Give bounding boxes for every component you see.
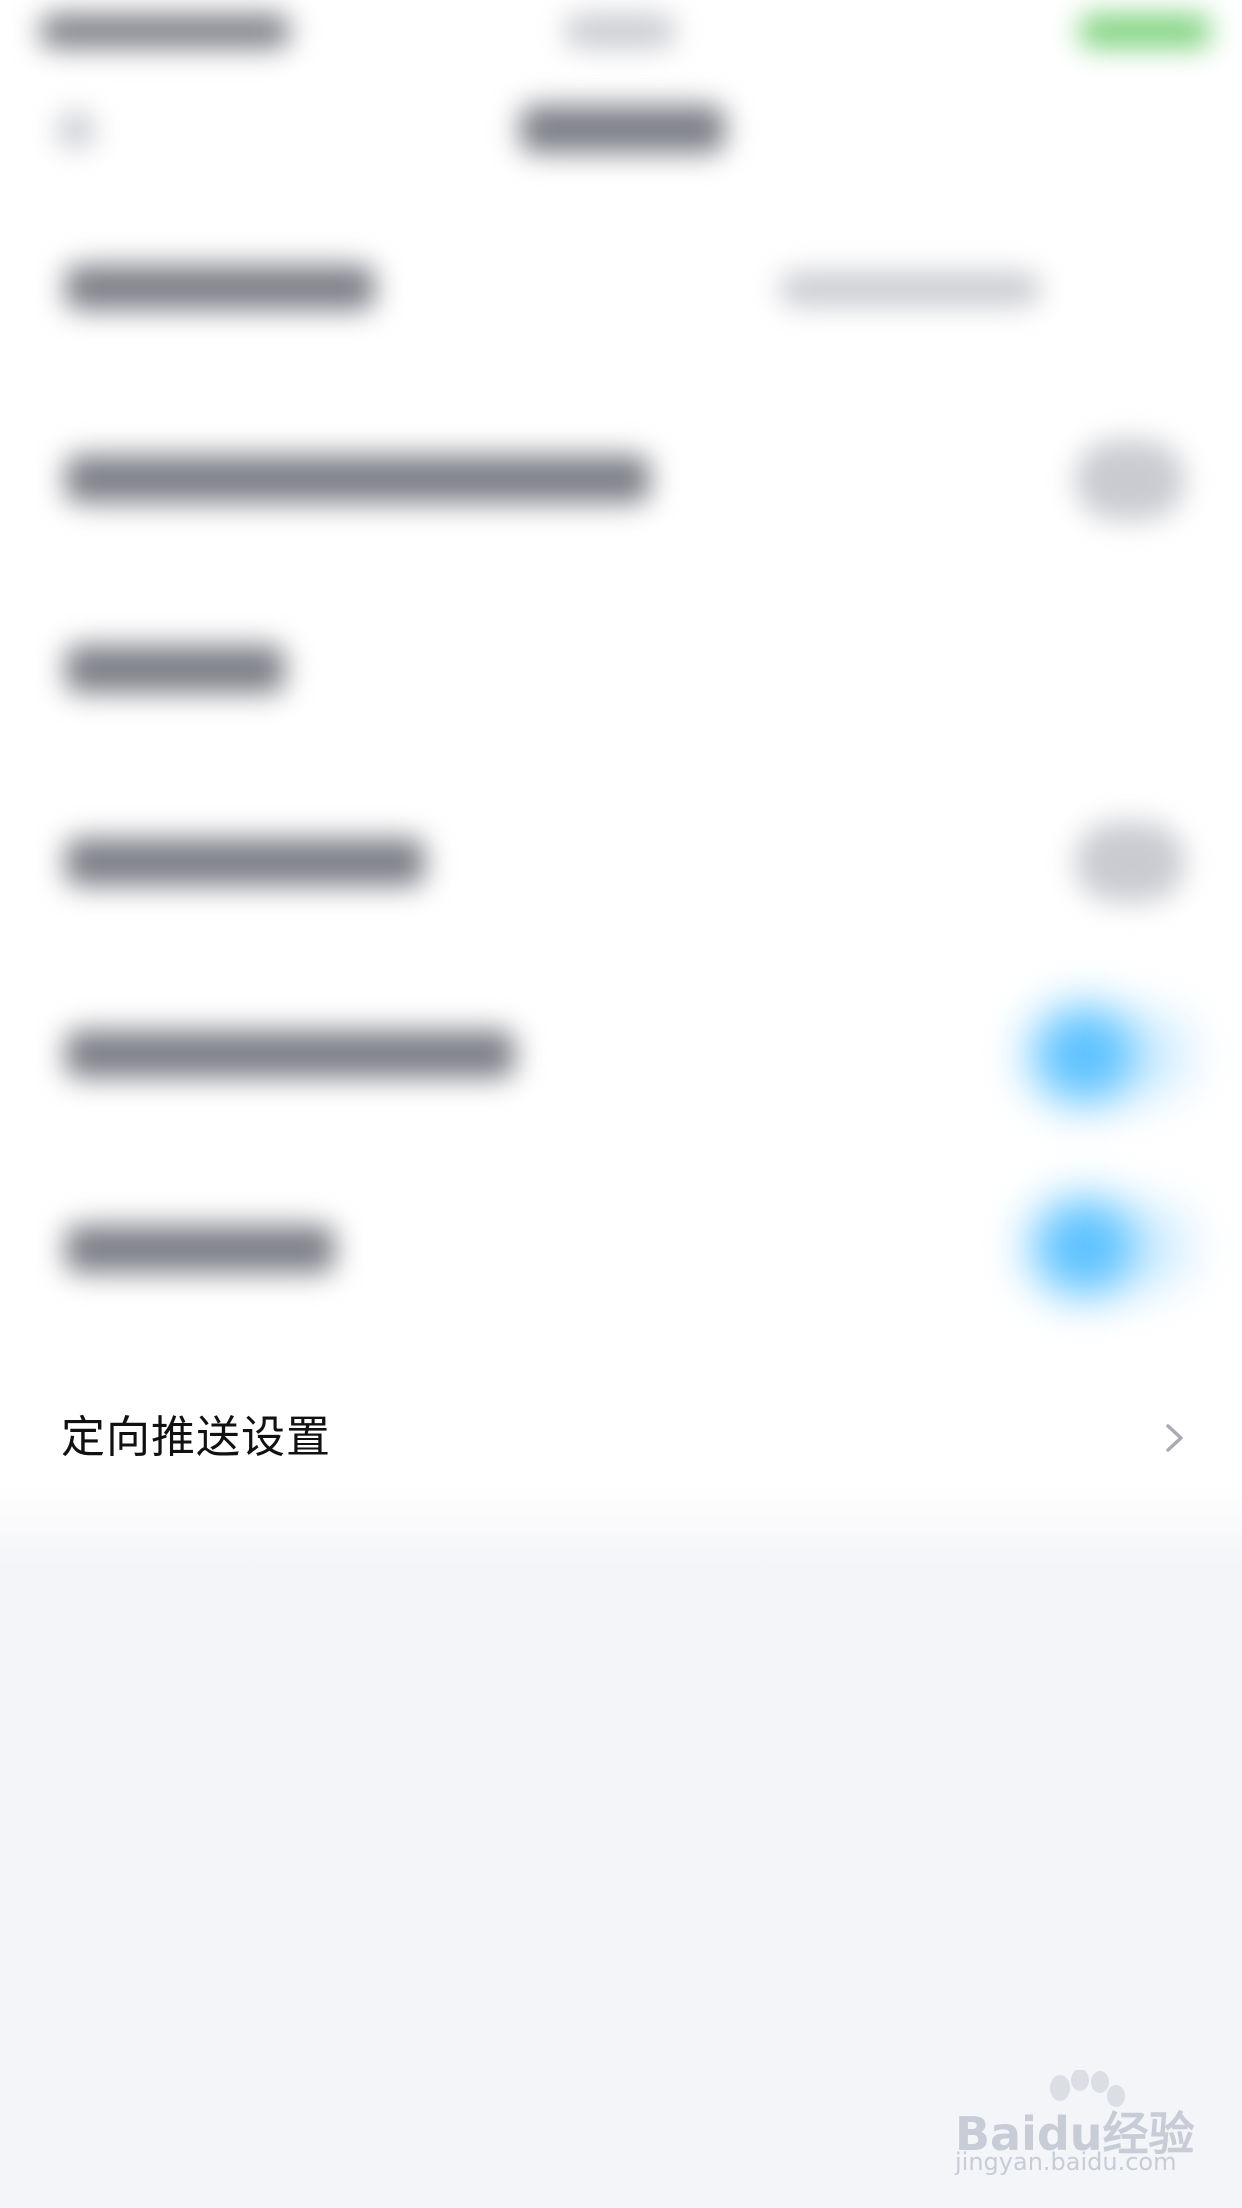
setting-row-6-toggle-on-blurred[interactable] [1020, 1192, 1195, 1302]
setting-row-6-label-blurred[interactable] [65, 1225, 335, 1273]
status-bar-carrier-blurred [40, 14, 290, 48]
settings-panel [0, 0, 1242, 1545]
status-bar-battery-blurred [1080, 14, 1210, 48]
setting-row-4-label-blurred[interactable] [65, 838, 425, 886]
page-title-blurred [520, 105, 725, 153]
setting-row-3-label-blurred[interactable] [65, 645, 285, 693]
status-bar-time-blurred [565, 14, 675, 48]
setting-row-5-toggle-on-blurred[interactable] [1020, 1000, 1195, 1110]
setting-row-2-toggle-off-blurred[interactable] [1075, 440, 1185, 520]
setting-row-1-value-blurred [780, 272, 1040, 306]
setting-row-1-label-blurred[interactable] [65, 265, 375, 310]
watermark-url: jingyan.baidu.com [955, 2148, 1177, 2176]
setting-row-4-toggle-off-blurred[interactable] [1075, 822, 1185, 902]
setting-row-5-label-blurred[interactable] [65, 1030, 515, 1078]
back-icon[interactable] [58, 112, 94, 148]
setting-row-2-label-blurred[interactable] [65, 455, 650, 503]
setting-row-label: 定向推送设置 [61, 1412, 331, 1463]
chevron-right-icon [1166, 1424, 1183, 1452]
